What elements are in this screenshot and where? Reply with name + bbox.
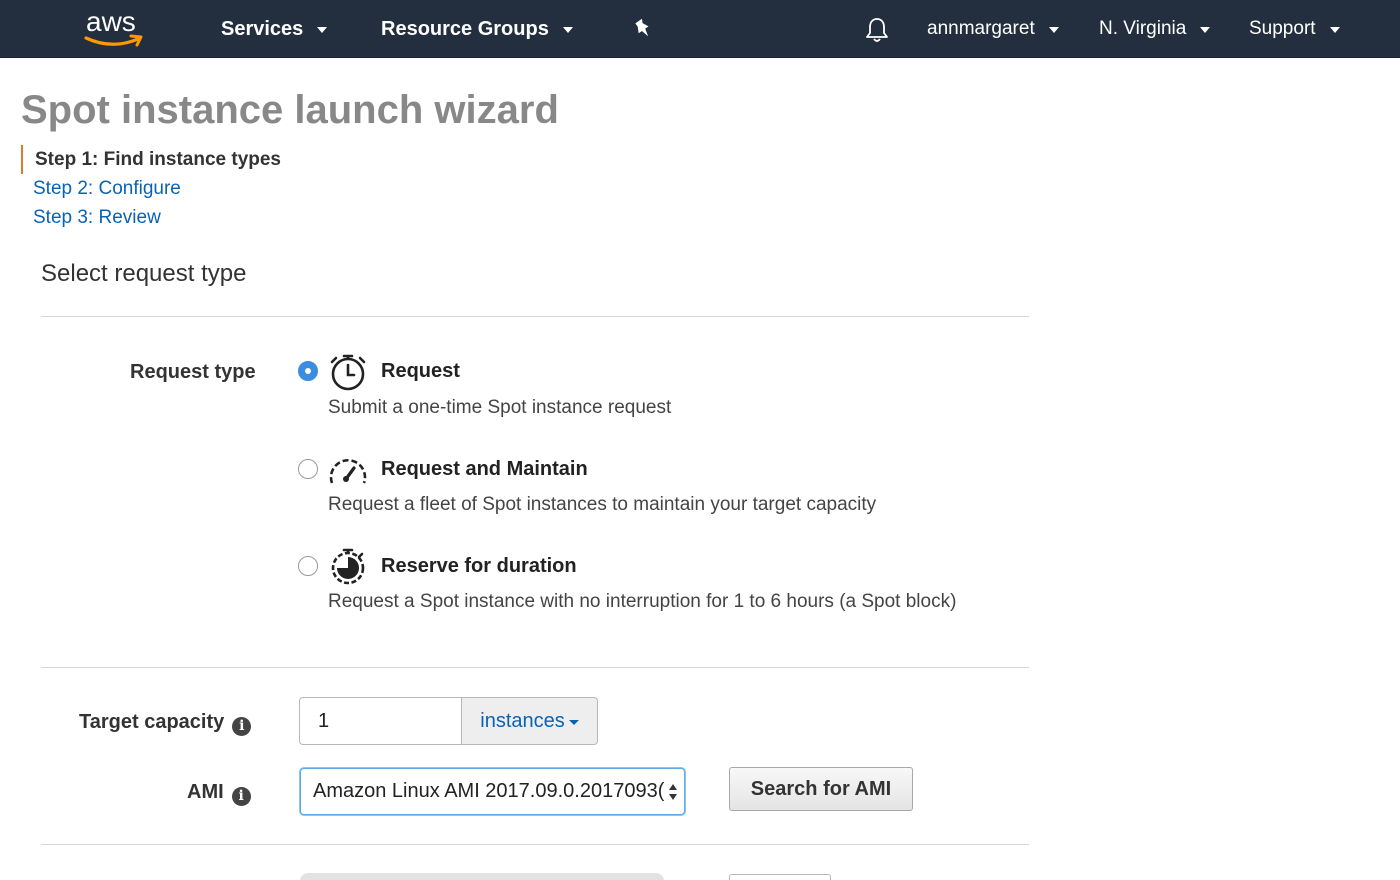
bell-icon[interactable]: [864, 16, 890, 49]
wizard-steps: Step 1: Find instance types Step 2: Conf…: [21, 145, 281, 232]
ami-selected-value: Amazon Linux AMI 2017.09.0.2017093(: [313, 780, 665, 802]
request-type-label: Request type: [130, 361, 256, 383]
section-title: Select request type: [41, 260, 247, 287]
support-menu[interactable]: Support: [1249, 0, 1340, 58]
step-configure[interactable]: Step 2: Configure: [21, 174, 281, 203]
stopwatch-icon: [328, 352, 368, 397]
radio-reserve-for-duration[interactable]: [298, 556, 318, 576]
page-title: Spot instance launch wizard: [21, 88, 559, 132]
user-menu[interactable]: annmargaret: [927, 0, 1059, 58]
option-request-and-maintain-desc: Request a fleet of Spot instances to mai…: [328, 494, 877, 515]
ami-text: AMI: [187, 781, 224, 803]
services-menu[interactable]: Services: [221, 0, 328, 58]
select-arrows-icon: [669, 784, 677, 800]
chevron-down-icon: [1048, 27, 1059, 33]
chevron-down-icon: [1329, 27, 1340, 33]
chevron-down-icon: [568, 719, 579, 725]
capacity-unit-dropdown[interactable]: instances: [462, 697, 598, 745]
target-capacity-value: 1: [318, 709, 330, 732]
ami-label: AMI i: [187, 781, 251, 806]
info-icon[interactable]: i: [232, 717, 252, 736]
option-request-title: Request: [381, 360, 460, 382]
divider: [41, 316, 1029, 317]
partial-field: [300, 873, 664, 880]
option-reserve-for-duration-title: Reserve for duration: [381, 555, 577, 577]
divider: [41, 844, 1029, 845]
step-review[interactable]: Step 3: Review: [21, 203, 281, 232]
target-capacity-label: Target capacity i: [79, 711, 252, 736]
top-nav: aws Services Resource Groups annmargaret…: [0, 0, 1400, 58]
search-for-ami-button[interactable]: Search for AMI: [729, 767, 913, 811]
aws-logo[interactable]: aws: [84, 6, 146, 50]
info-icon[interactable]: i: [231, 787, 251, 806]
support-label: Support: [1249, 18, 1316, 39]
radio-request[interactable]: [298, 361, 318, 381]
resource-groups-menu[interactable]: Resource Groups: [381, 0, 573, 58]
region-label: N. Virginia: [1099, 18, 1187, 39]
ami-select[interactable]: Amazon Linux AMI 2017.09.0.2017093(: [300, 768, 685, 815]
option-request-and-maintain-title: Request and Maintain: [381, 458, 588, 480]
timer-filled-icon: [328, 546, 368, 591]
divider: [41, 667, 1029, 668]
speedometer-icon: [327, 451, 369, 492]
step-find-instance-types: Step 1: Find instance types: [21, 145, 281, 174]
option-request-desc: Submit a one-time Spot instance request: [328, 397, 672, 418]
resource-groups-label: Resource Groups: [381, 17, 549, 40]
user-label: annmargaret: [927, 18, 1035, 39]
target-capacity-input[interactable]: 1: [299, 697, 462, 745]
region-menu[interactable]: N. Virginia: [1099, 0, 1211, 58]
radio-request-and-maintain[interactable]: [298, 459, 318, 479]
chevron-down-icon: [317, 27, 328, 33]
partial-button: [729, 874, 831, 880]
capacity-unit-label: instances: [480, 709, 565, 732]
pin-icon[interactable]: [632, 18, 654, 47]
option-reserve-for-duration-desc: Request a Spot instance with no interrup…: [328, 591, 957, 612]
smile-arrow-icon: [84, 34, 143, 47]
services-label: Services: [221, 17, 304, 40]
chevron-down-icon: [562, 27, 573, 33]
chevron-down-icon: [1200, 27, 1211, 33]
request-panel: Select request type Request type Request…: [0, 246, 1400, 880]
target-capacity-text: Target capacity: [79, 711, 225, 733]
